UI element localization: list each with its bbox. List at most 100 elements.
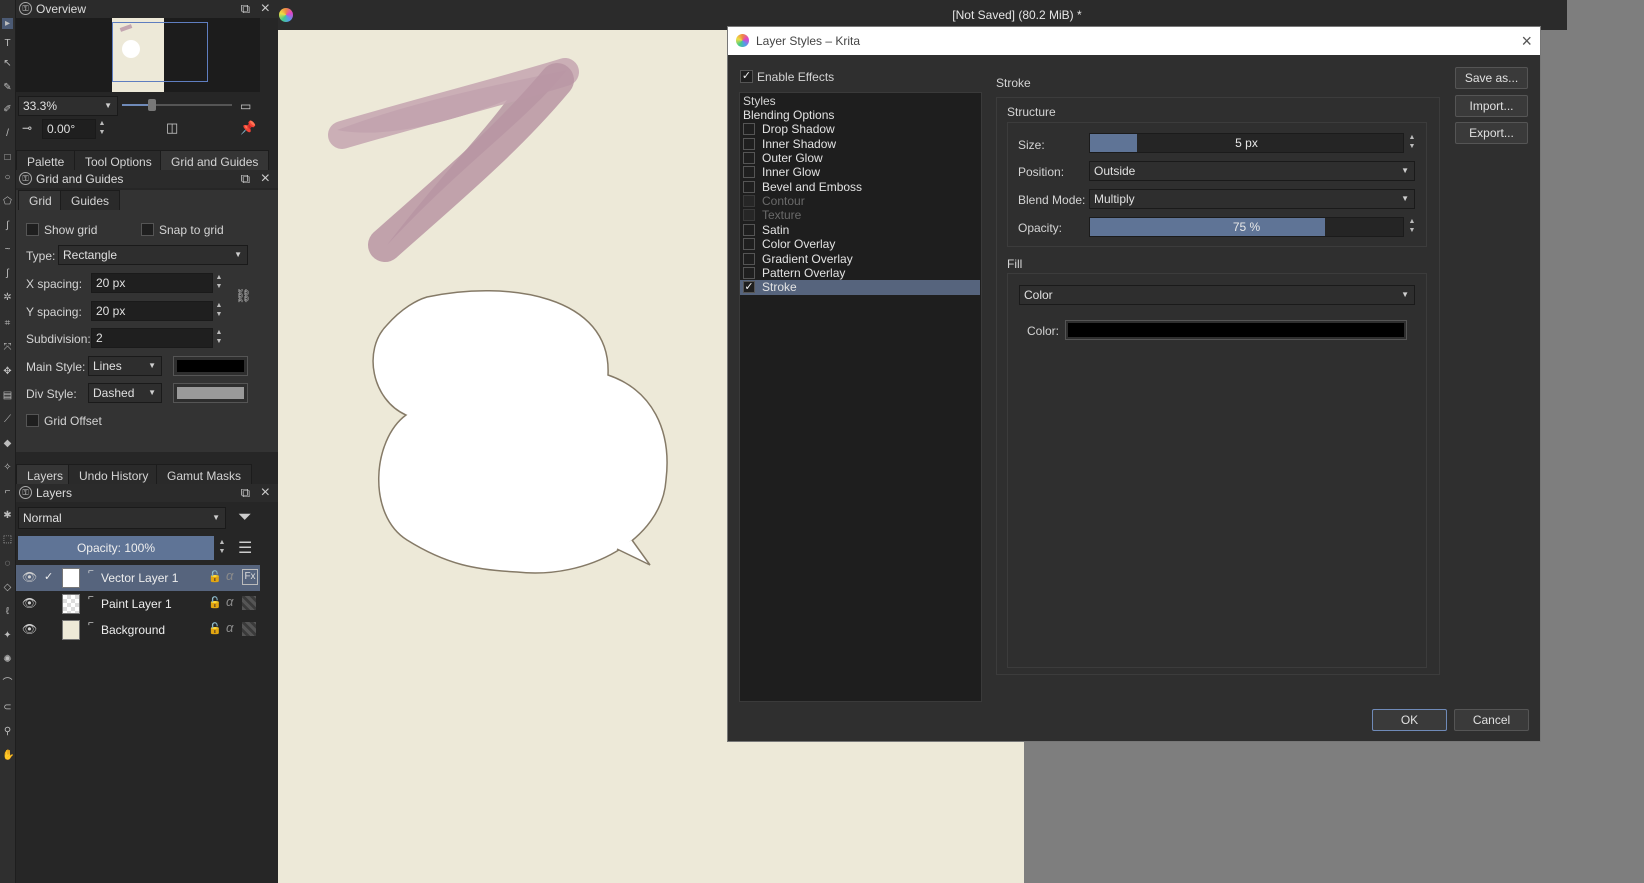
unlock-icon[interactable]: 🔓: [208, 570, 222, 583]
close-icon[interactable]: ×: [1521, 27, 1532, 55]
opacity-spin[interactable]: ▲ ▼: [1406, 217, 1418, 237]
style-checkbox[interactable]: [743, 252, 755, 265]
size-spin[interactable]: ▲ ▼: [1406, 133, 1418, 153]
layer-opacity-slider[interactable]: Opacity: 100%: [18, 536, 214, 560]
style-checkbox[interactable]: [743, 238, 755, 251]
eye-icon[interactable]: 👁: [22, 570, 37, 584]
float-icon[interactable]: ⧉: [241, 486, 250, 500]
stroke-blend-mode-combo[interactable]: Multiply ▼: [1089, 189, 1415, 209]
speech-bubble[interactable]: [372, 289, 668, 574]
style-checkbox[interactable]: ✓: [743, 281, 755, 294]
style-item-inner-shadow[interactable]: Inner Shadow: [740, 137, 980, 152]
fill-tool-icon[interactable]: ◆: [2, 438, 13, 449]
x-spacing-field[interactable]: 20 px: [91, 273, 213, 293]
text-tool-icon[interactable]: T: [2, 38, 13, 49]
brush-tool-icon[interactable]: ✐: [2, 104, 13, 115]
rectangle-tool-icon[interactable]: □: [2, 152, 13, 163]
polygon-select-tool-icon[interactable]: ◇: [2, 582, 13, 593]
y-spacing-spin[interactable]: ▲ ▼: [213, 301, 225, 321]
layer-opacity-spin[interactable]: ▲ ▼: [216, 538, 228, 558]
tab-tool-options[interactable]: Tool Options: [74, 150, 163, 172]
float-icon[interactable]: ⧉: [241, 172, 250, 186]
main-style-combo[interactable]: Lines ▼: [88, 356, 162, 376]
rect-select-tool-icon[interactable]: ⬚: [2, 534, 13, 545]
assistant-tool-icon[interactable]: ✧: [2, 462, 13, 473]
overview-thumbnail[interactable]: [16, 18, 260, 92]
eye-icon[interactable]: 👁: [22, 596, 37, 610]
layer-menu-icon[interactable]: ☰: [238, 538, 252, 558]
inherit-alpha-icon[interactable]: [242, 596, 256, 610]
style-checkbox[interactable]: [743, 180, 755, 193]
style-checkbox[interactable]: [743, 123, 755, 136]
similar-select-tool-icon[interactable]: ✺: [2, 654, 13, 665]
x-spacing-spin[interactable]: ▲ ▼: [213, 273, 225, 293]
path-tool-icon[interactable]: ∫: [2, 220, 13, 231]
measure-tool-icon[interactable]: ⌐: [2, 486, 13, 497]
snap-to-grid-checkbox[interactable]: [141, 223, 154, 236]
fill-type-combo[interactable]: Color ▼: [1019, 285, 1415, 305]
dynamic-brush-tool-icon[interactable]: ʃ: [2, 268, 13, 279]
crop-tool-icon[interactable]: ⌗: [2, 318, 13, 329]
style-checkbox[interactable]: [743, 152, 755, 165]
overview-viewport-rect[interactable]: [112, 22, 208, 82]
style-item-drop-shadow[interactable]: Drop Shadow: [740, 122, 980, 137]
import-button[interactable]: Import...: [1455, 95, 1528, 117]
save-as-button[interactable]: Save as...: [1455, 67, 1528, 89]
y-spacing-field[interactable]: 20 px: [91, 301, 213, 321]
style-item-color-overlay[interactable]: Color Overlay: [740, 237, 980, 252]
move-tool-icon[interactable]: ✥: [2, 366, 13, 377]
alpha-lock-icon[interactable]: α: [226, 620, 233, 635]
cancel-button[interactable]: Cancel: [1454, 709, 1529, 731]
show-grid-checkbox[interactable]: [26, 223, 39, 236]
export-button[interactable]: Export...: [1455, 122, 1528, 144]
calligraphy-tool-icon[interactable]: ✎: [2, 82, 13, 93]
div-style-combo[interactable]: Dashed ▼: [88, 383, 162, 403]
color-picker-tool-icon[interactable]: ⟋: [2, 414, 13, 425]
select-tool-icon[interactable]: ▸: [2, 18, 13, 29]
pan-tool-icon[interactable]: ✋: [2, 750, 14, 761]
mirror-view-icon[interactable]: ◫: [166, 120, 178, 136]
close-icon[interactable]: ×: [261, 484, 270, 502]
rotation-spin-buttons[interactable]: ▲ ▼: [96, 119, 108, 139]
pin-icon[interactable]: 📌: [240, 120, 256, 136]
inherit-alpha-icon[interactable]: [242, 622, 256, 636]
line-tool-icon[interactable]: /: [2, 128, 13, 139]
style-checkbox[interactable]: [743, 223, 755, 236]
rotation-field[interactable]: 0.00°: [42, 119, 96, 139]
lock-icon[interactable]: ⚿: [19, 486, 32, 499]
zoom-tool-icon[interactable]: ⚲: [2, 726, 13, 737]
main-color-button[interactable]: [173, 356, 248, 376]
tab-palette[interactable]: Palette: [16, 150, 76, 172]
tab-undo-history[interactable]: Undo History: [68, 464, 160, 486]
eye-icon[interactable]: 👁: [22, 622, 37, 636]
unlock-icon[interactable]: 🔓: [208, 596, 222, 609]
style-item-pattern-overlay[interactable]: Pattern Overlay: [740, 266, 980, 281]
zoom-combo[interactable]: 33.3% ▼: [18, 96, 118, 116]
alpha-lock-icon[interactable]: α: [226, 568, 233, 583]
float-icon[interactable]: ⧉: [241, 2, 250, 16]
tab-gamut-masks[interactable]: Gamut Masks: [156, 464, 253, 486]
style-checkbox[interactable]: [743, 137, 755, 150]
rotation-dial-icon[interactable]: ⊸: [22, 121, 32, 135]
style-item-bevel-and-emboss[interactable]: Bevel and Emboss: [740, 180, 980, 195]
style-item-gradient-overlay[interactable]: Gradient Overlay: [740, 252, 980, 267]
bezier-select-tool-icon[interactable]: ⌒: [2, 678, 13, 689]
div-color-button[interactable]: [173, 383, 248, 403]
style-item-satin[interactable]: Satin: [740, 223, 980, 238]
style-item-blending-options[interactable]: Blending Options: [740, 108, 980, 123]
fill-color-button[interactable]: [1065, 320, 1407, 340]
style-checkbox[interactable]: [743, 266, 755, 279]
fit-to-view-icon[interactable]: ▭: [240, 99, 251, 113]
size-slider[interactable]: 5 px: [1089, 133, 1404, 153]
tab-grid[interactable]: Grid: [18, 190, 63, 210]
lock-icon[interactable]: ⚿: [19, 2, 32, 15]
freehand-select-tool-icon[interactable]: ℓ: [2, 606, 13, 617]
edit-shapes-tool-icon[interactable]: ↖: [2, 58, 13, 69]
layer-row[interactable]: 👁 ⌐ Paint Layer 1 🔓 α: [16, 591, 260, 617]
polygon-tool-icon[interactable]: ⬠: [2, 196, 13, 207]
magnetic-select-tool-icon[interactable]: ⊂: [2, 702, 13, 713]
subdivision-field[interactable]: 2: [91, 328, 213, 348]
checkmark-icon[interactable]: ✓: [44, 570, 53, 583]
reference-tool-icon[interactable]: ✱: [2, 510, 13, 521]
layer-row[interactable]: 👁 ⌐ Background 🔓 α: [16, 617, 260, 643]
